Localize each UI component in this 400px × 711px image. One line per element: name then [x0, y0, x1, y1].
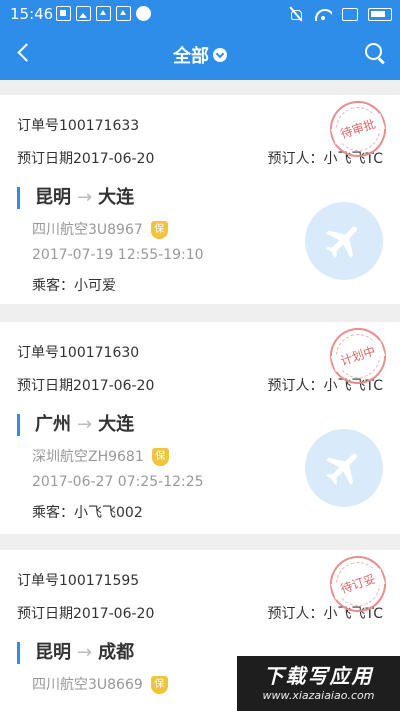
app-bar: 全部: [0, 28, 400, 80]
airline-flight: 四川航空3U8669 保: [32, 674, 168, 694]
order-date: 预订日期2017-06-20: [17, 606, 155, 622]
status-time: 15:46: [10, 5, 54, 23]
status-stamp-text: 计划中: [330, 340, 386, 372]
route-arrow-icon: →: [77, 414, 93, 435]
watermark: 下载写应用 www.xiazaiaiao.com: [237, 656, 400, 711]
airline-flight: 深圳航空ZH9681 保: [32, 446, 169, 466]
route-to: 大连: [98, 187, 135, 208]
mute-icon: [288, 6, 304, 22]
status-stamp-text: 待订妥: [330, 568, 386, 600]
order-number: 订单号100171595: [17, 573, 140, 589]
route-to: 成都: [98, 642, 135, 663]
status-stamp-text: 待审批: [330, 113, 386, 145]
notification-upload-icon: [116, 6, 131, 21]
insurance-shield-icon: 保: [151, 448, 169, 466]
airline-flight: 四川航空3U8967 保: [32, 219, 168, 239]
order-card[interactable]: 订单号100171633 预订日期2017-06-20 预订人：小飞飞TC 待审…: [0, 93, 400, 304]
notification-icons: [56, 6, 151, 21]
system-icons: [288, 6, 392, 22]
route-from: 昆明: [35, 642, 71, 663]
filter-dropdown[interactable]: 全部: [0, 42, 400, 68]
order-date: 预订日期2017-06-20: [17, 151, 155, 167]
chevron-down-icon: [213, 48, 227, 62]
order-number: 订单号100171630: [17, 345, 140, 361]
wifi-icon: [314, 7, 332, 21]
passenger: 乘客：小飞飞002: [32, 505, 143, 521]
airplane-icon: [305, 202, 383, 280]
search-button[interactable]: [364, 42, 386, 64]
route-to: 大连: [98, 414, 135, 435]
watermark-url: www.xiazaiaiao.com: [262, 689, 375, 702]
battery-icon: [368, 7, 392, 21]
order-date: 预订日期2017-06-20: [17, 378, 155, 394]
sim-icon: [342, 7, 358, 21]
airline-flight-label: 四川航空3U8967: [32, 222, 143, 238]
status-bar: 15:46: [0, 0, 400, 28]
airline-flight-label: 深圳航空ZH9681: [32, 449, 144, 465]
airplane-icon: [305, 429, 383, 507]
watermark-text: 下载写应用: [263, 664, 374, 688]
order-card[interactable]: 订单号100171630 预订日期2017-06-20 预订人：小飞飞TC 计划…: [0, 320, 400, 534]
order-number: 订单号100171633: [17, 118, 140, 134]
flight-route: 广州 → 大连: [17, 414, 134, 436]
flight-time: 2017-06-27 07:25-12:25: [32, 474, 204, 490]
route-arrow-icon: →: [77, 642, 93, 663]
flight-route: 昆明 → 成都: [17, 642, 134, 664]
notification-image-icon: [76, 6, 91, 21]
page-title: 全部: [173, 46, 209, 67]
insurance-shield-icon: 保: [150, 221, 168, 239]
notification-app-icon: [96, 6, 111, 21]
flight-route: 昆明 → 大连: [17, 187, 134, 209]
notification-user-icon: [136, 6, 151, 21]
route-arrow-icon: →: [77, 187, 93, 208]
route-from: 昆明: [35, 187, 71, 208]
route-from: 广州: [35, 414, 71, 435]
insurance-shield-icon: 保: [150, 676, 168, 694]
passenger: 乘客：小可爱: [32, 278, 116, 294]
flight-time: 2017-07-19 12:55-19:10: [32, 247, 204, 263]
notification-list-icon: [56, 6, 71, 21]
airline-flight-label: 四川航空3U8669: [32, 677, 143, 693]
